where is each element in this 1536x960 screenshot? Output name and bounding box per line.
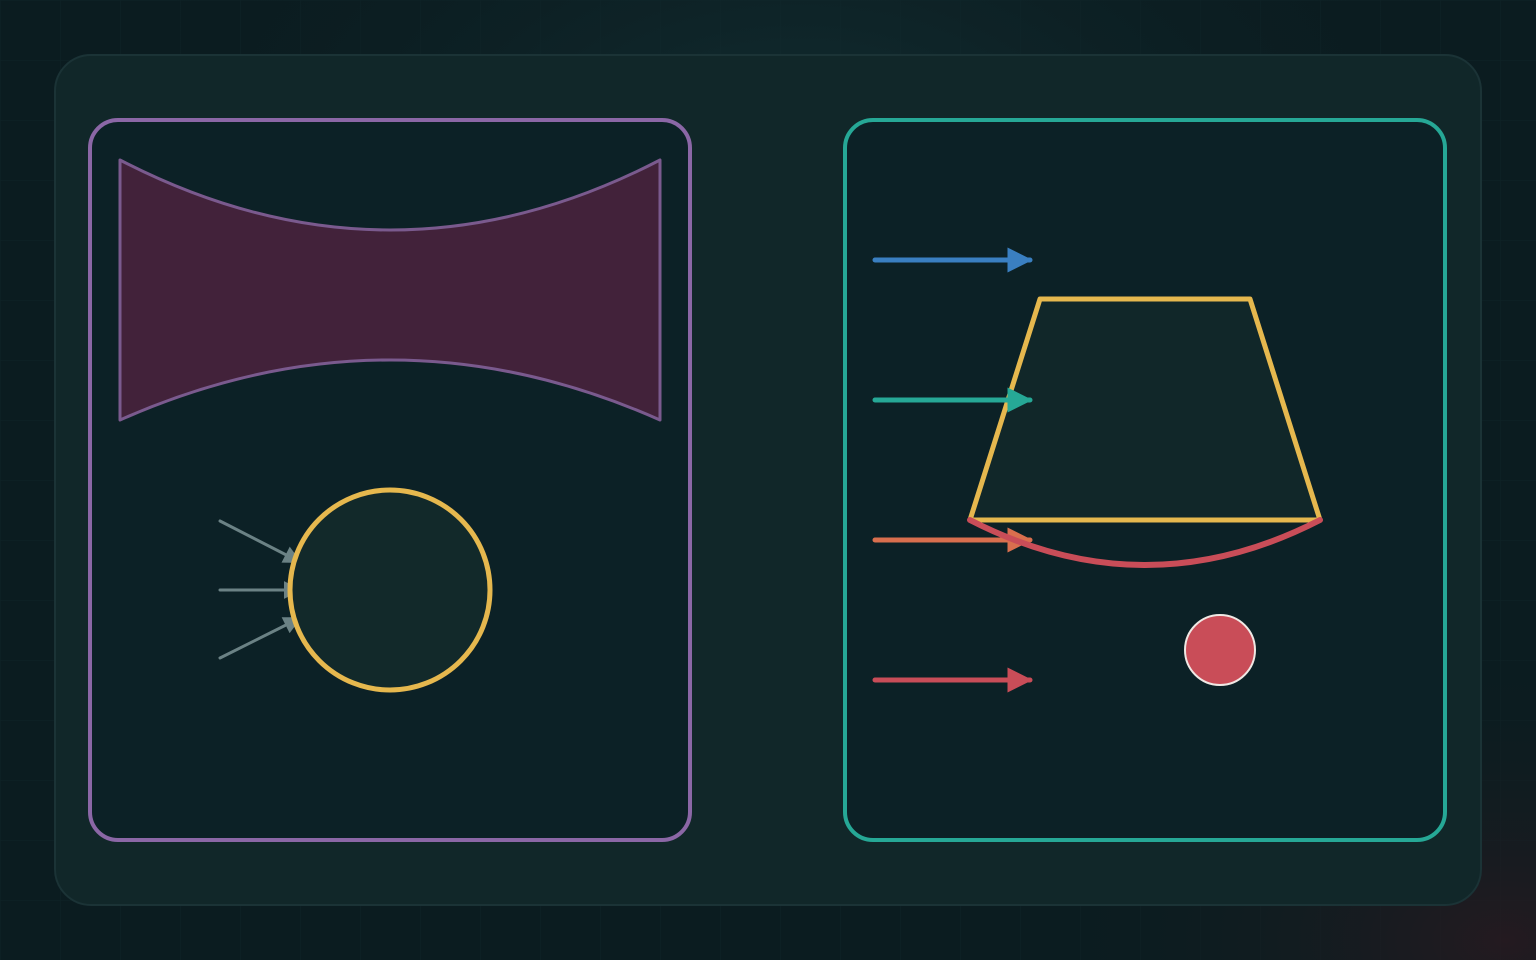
diagram-canvas: [0, 0, 1536, 960]
target-circle: [287, 487, 493, 693]
red-dot: [1184, 614, 1256, 686]
left-panel: [88, 118, 692, 842]
right-panel: [843, 118, 1447, 842]
